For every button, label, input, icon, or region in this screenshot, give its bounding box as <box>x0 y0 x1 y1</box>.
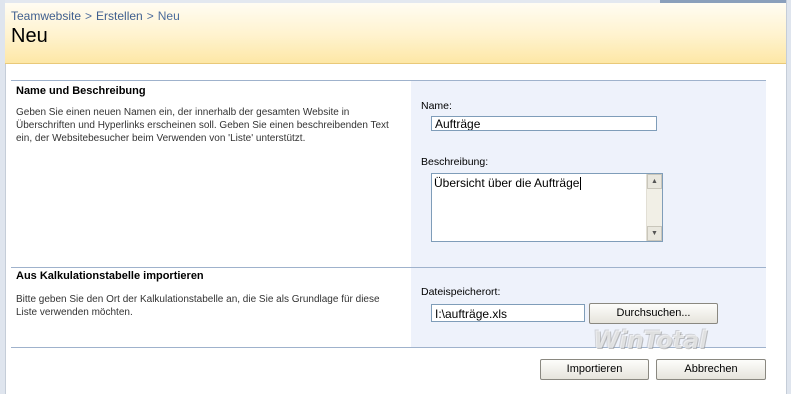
description-scrollbar[interactable]: ▲ ▼ <box>646 174 662 241</box>
window-frame-right <box>786 0 791 394</box>
section-name-description: Name und Beschreibung Geben Sie einen ne… <box>11 80 766 267</box>
breadcrumb-teamwebsite[interactable]: Teamwebsite <box>11 9 81 23</box>
file-location-label: Dateispeicherort: <box>421 286 501 298</box>
section-description-import: Bitte geben Sie den Ort der Kalkulations… <box>16 294 380 318</box>
section-title-import: Aus Kalkulationstabelle importieren <box>16 270 204 282</box>
description-textarea[interactable]: Übersicht über die Aufträge ▲ ▼ <box>431 173 663 242</box>
page-title: Neu <box>11 25 48 47</box>
section-name-inputs: Name: Aufträge Beschreibung: Übersicht ü… <box>411 81 766 267</box>
breadcrumb-separator: > <box>146 9 154 23</box>
import-button[interactable]: Importieren <box>540 359 649 380</box>
scroll-up-icon[interactable]: ▲ <box>647 174 662 189</box>
name-input[interactable]: Aufträge <box>431 116 657 131</box>
breadcrumb-separator: > <box>85 9 93 23</box>
breadcrumb-current: Neu <box>157 9 180 23</box>
text-caret <box>580 177 582 191</box>
section-import-info: Aus Kalkulationstabelle importieren Bitt… <box>11 268 411 348</box>
description-text: Übersicht über die Aufträge <box>434 176 580 190</box>
page-header: Teamwebsite > Erstellen > Neu Neu <box>5 0 786 64</box>
file-location-input[interactable]: I:\aufträge.xls <box>431 304 585 322</box>
watermark-logo: WinTotal <box>593 326 707 354</box>
browse-button[interactable]: Durchsuchen... <box>589 303 718 324</box>
section-description-name: Geben Sie einen neuen Namen ein, der inn… <box>16 107 389 144</box>
section-title-name: Name und Beschreibung <box>16 85 146 97</box>
scroll-down-icon[interactable]: ▼ <box>647 226 662 241</box>
section-name-info: Name und Beschreibung Geben Sie einen ne… <box>11 81 411 267</box>
header-top-border-accent <box>660 0 786 3</box>
name-label: Name: <box>421 100 452 112</box>
breadcrumb: Teamwebsite > Erstellen > Neu <box>11 9 180 23</box>
breadcrumb-erstellen[interactable]: Erstellen <box>96 9 143 23</box>
section-import-inputs: Dateispeicherort: I:\aufträge.xls Durchs… <box>411 268 766 348</box>
cancel-button[interactable]: Abbrechen <box>656 359 766 380</box>
description-label: Beschreibung: <box>421 156 489 168</box>
